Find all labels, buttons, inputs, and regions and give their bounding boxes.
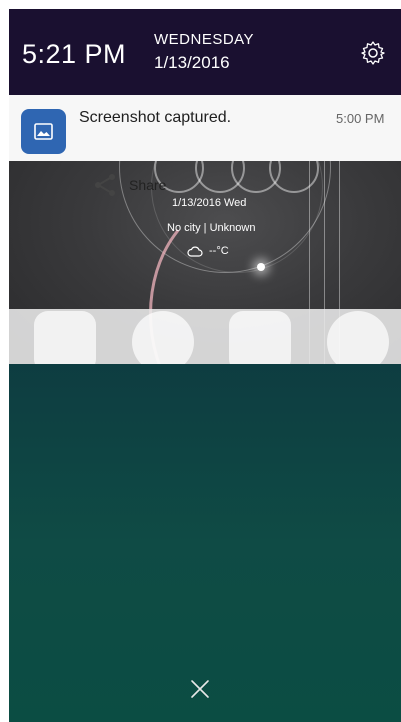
camera-app-icon — [229, 311, 291, 364]
notification-shade: 5:21 PM WEDNESDAY 1/13/2016 Screenshot c… — [9, 9, 401, 722]
app-folder-icon — [34, 311, 96, 364]
preview-date-text: 1/13/2016 Wed — [172, 197, 247, 209]
date-label: 1/13/2016 — [154, 53, 230, 72]
share-label: Share — [129, 177, 167, 193]
image-icon — [21, 109, 66, 154]
weekday-label: WEDNESDAY — [154, 31, 255, 48]
app-dock-icon — [327, 311, 389, 364]
app-dock-icon — [132, 311, 194, 364]
share-icon — [95, 174, 115, 196]
status-header: 5:21 PM WEDNESDAY 1/13/2016 — [9, 9, 401, 95]
screenshot-notification[interactable]: Screenshot captured. 5:00 PM — [9, 95, 401, 161]
close-icon[interactable] — [189, 678, 211, 700]
settings-gear-icon[interactable] — [360, 40, 386, 66]
clock-time: 5:21 PM — [22, 39, 127, 69]
share-action-bar — [9, 309, 401, 364]
preview-temperature: --°C — [209, 245, 229, 257]
notification-time: 5:00 PM — [336, 111, 385, 126]
preview-weather: --°C — [187, 245, 229, 257]
share-button[interactable]: Share — [93, 173, 166, 197]
screenshot-preview[interactable]: 1/13/2016 Wed No city | Unknown --°C — [9, 161, 401, 364]
light-flare — [257, 263, 265, 271]
preview-city-text: No city | Unknown — [167, 222, 256, 234]
cloud-icon — [187, 246, 203, 257]
notification-title: Screenshot captured. — [79, 109, 232, 126]
